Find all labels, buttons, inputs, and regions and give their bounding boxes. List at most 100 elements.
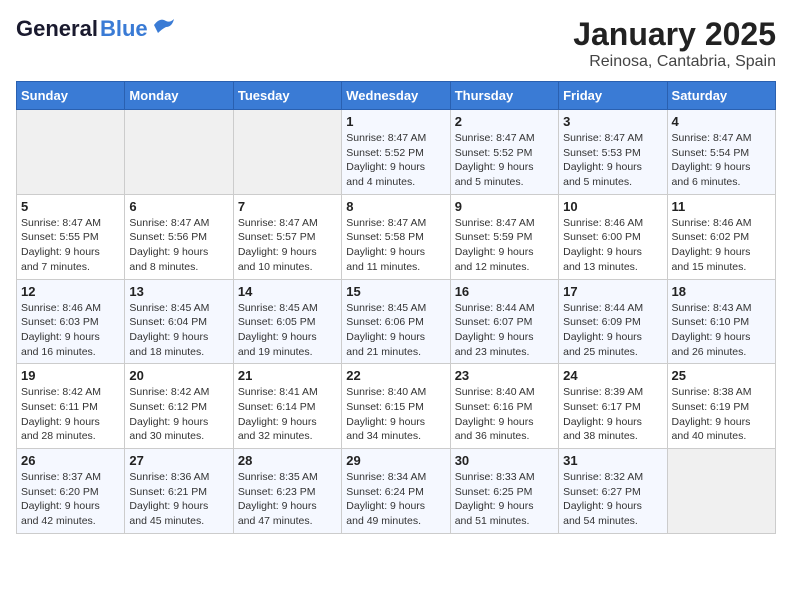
- day-info: Sunrise: 8:35 AM Sunset: 6:23 PM Dayligh…: [238, 470, 337, 529]
- calendar-body: 1 Sunrise: 8:47 AM Sunset: 5:52 PM Daylig…: [17, 110, 776, 534]
- day-number: 1: [346, 114, 445, 129]
- day-number: 24: [563, 368, 662, 383]
- calendar-cell: 4 Sunrise: 8:47 AM Sunset: 5:54 PM Daylig…: [667, 110, 775, 195]
- day-info: Sunrise: 8:44 AM Sunset: 6:07 PM Dayligh…: [455, 301, 554, 360]
- day-info: Sunrise: 8:42 AM Sunset: 6:11 PM Dayligh…: [21, 385, 120, 444]
- day-number: 22: [346, 368, 445, 383]
- day-number: 23: [455, 368, 554, 383]
- calendar-cell: 20 Sunrise: 8:42 AM Sunset: 6:12 PM Dayli…: [125, 364, 233, 449]
- calendar-cell: 1 Sunrise: 8:47 AM Sunset: 5:52 PM Daylig…: [342, 110, 450, 195]
- title-block: January 2025 Reinosa, Cantabria, Spain: [573, 16, 776, 71]
- day-number: 19: [21, 368, 120, 383]
- weekday-header: Saturday: [667, 82, 775, 110]
- day-number: 17: [563, 284, 662, 299]
- calendar-cell: [233, 110, 341, 195]
- calendar-week-row: 12Sunrise: 8:46 AM Sunset: 6:03 PM Dayli…: [17, 279, 776, 364]
- weekday-header: Sunday: [17, 82, 125, 110]
- calendar-cell: 2 Sunrise: 8:47 AM Sunset: 5:52 PM Daylig…: [450, 110, 558, 195]
- calendar-header: SundayMondayTuesdayWednesdayThursdayFrid…: [17, 82, 776, 110]
- page-title: January 2025: [573, 16, 776, 53]
- day-number: 13: [129, 284, 228, 299]
- weekday-header: Monday: [125, 82, 233, 110]
- logo: GeneralBlue: [16, 16, 174, 42]
- calendar-week-row: 1 Sunrise: 8:47 AM Sunset: 5:52 PM Daylig…: [17, 110, 776, 195]
- page-header: GeneralBlue January 2025 Reinosa, Cantab…: [16, 16, 776, 71]
- day-number: 20: [129, 368, 228, 383]
- day-number: 18: [672, 284, 771, 299]
- calendar-week-row: 5 Sunrise: 8:47 AM Sunset: 5:55 PM Daylig…: [17, 194, 776, 279]
- day-number: 16: [455, 284, 554, 299]
- day-number: 27: [129, 453, 228, 468]
- calendar-cell: 15Sunrise: 8:45 AM Sunset: 6:06 PM Dayli…: [342, 279, 450, 364]
- calendar-cell: 19 Sunrise: 8:42 AM Sunset: 6:11 PM Dayli…: [17, 364, 125, 449]
- day-number: 3: [563, 114, 662, 129]
- day-info: Sunrise: 8:41 AM Sunset: 6:14 PM Dayligh…: [238, 385, 337, 444]
- day-number: 31: [563, 453, 662, 468]
- day-number: 7: [238, 199, 337, 214]
- calendar-cell: 25 Sunrise: 8:38 AM Sunset: 6:19 PM Dayli…: [667, 364, 775, 449]
- day-number: 5: [21, 199, 120, 214]
- calendar-cell: 10Sunrise: 8:46 AM Sunset: 6:00 PM Dayli…: [559, 194, 667, 279]
- calendar-cell: 8 Sunrise: 8:47 AM Sunset: 5:58 PM Daylig…: [342, 194, 450, 279]
- logo-general: General: [16, 16, 98, 42]
- day-info: Sunrise: 8:36 AM Sunset: 6:21 PM Dayligh…: [129, 470, 228, 529]
- day-number: 28: [238, 453, 337, 468]
- calendar-cell: 26 Sunrise: 8:37 AM Sunset: 6:20 PM Dayli…: [17, 449, 125, 534]
- calendar-cell: 18 Sunrise: 8:43 AM Sunset: 6:10 PM Dayli…: [667, 279, 775, 364]
- day-info: Sunrise: 8:43 AM Sunset: 6:10 PM Dayligh…: [672, 301, 771, 360]
- calendar-cell: 13 Sunrise: 8:45 AM Sunset: 6:04 PM Dayli…: [125, 279, 233, 364]
- day-info: Sunrise: 8:47 AM Sunset: 5:54 PM Dayligh…: [672, 131, 771, 190]
- logo-bird-icon: [152, 17, 174, 33]
- calendar-cell: 24Sunrise: 8:39 AM Sunset: 6:17 PM Dayli…: [559, 364, 667, 449]
- calendar-cell: 12Sunrise: 8:46 AM Sunset: 6:03 PM Dayli…: [17, 279, 125, 364]
- calendar-cell: 6 Sunrise: 8:47 AM Sunset: 5:56 PM Daylig…: [125, 194, 233, 279]
- calendar-cell: 30Sunrise: 8:33 AM Sunset: 6:25 PM Dayli…: [450, 449, 558, 534]
- calendar-cell: 31 Sunrise: 8:32 AM Sunset: 6:27 PM Dayli…: [559, 449, 667, 534]
- calendar-cell: [17, 110, 125, 195]
- day-number: 10: [563, 199, 662, 214]
- day-info: Sunrise: 8:45 AM Sunset: 6:04 PM Dayligh…: [129, 301, 228, 360]
- day-number: 14: [238, 284, 337, 299]
- day-info: Sunrise: 8:47 AM Sunset: 5:58 PM Dayligh…: [346, 216, 445, 275]
- day-info: Sunrise: 8:46 AM Sunset: 6:02 PM Dayligh…: [672, 216, 771, 275]
- calendar-cell: 22 Sunrise: 8:40 AM Sunset: 6:15 PM Dayli…: [342, 364, 450, 449]
- page-subtitle: Reinosa, Cantabria, Spain: [573, 53, 776, 71]
- day-info: Sunrise: 8:44 AM Sunset: 6:09 PM Dayligh…: [563, 301, 662, 360]
- weekday-header: Friday: [559, 82, 667, 110]
- day-info: Sunrise: 8:47 AM Sunset: 5:52 PM Dayligh…: [455, 131, 554, 190]
- day-info: Sunrise: 8:47 AM Sunset: 5:53 PM Dayligh…: [563, 131, 662, 190]
- logo-blue: Blue: [100, 16, 148, 42]
- calendar-cell: [125, 110, 233, 195]
- day-info: Sunrise: 8:47 AM Sunset: 5:52 PM Dayligh…: [346, 131, 445, 190]
- calendar-cell: 7Sunrise: 8:47 AM Sunset: 5:57 PM Daylig…: [233, 194, 341, 279]
- calendar-cell: 3 Sunrise: 8:47 AM Sunset: 5:53 PM Daylig…: [559, 110, 667, 195]
- calendar-cell: 27 Sunrise: 8:36 AM Sunset: 6:21 PM Dayli…: [125, 449, 233, 534]
- day-info: Sunrise: 8:38 AM Sunset: 6:19 PM Dayligh…: [672, 385, 771, 444]
- calendar-cell: [667, 449, 775, 534]
- day-info: Sunrise: 8:34 AM Sunset: 6:24 PM Dayligh…: [346, 470, 445, 529]
- day-number: 2: [455, 114, 554, 129]
- day-number: 30: [455, 453, 554, 468]
- day-info: Sunrise: 8:45 AM Sunset: 6:05 PM Dayligh…: [238, 301, 337, 360]
- day-info: Sunrise: 8:40 AM Sunset: 6:15 PM Dayligh…: [346, 385, 445, 444]
- calendar-cell: 21 Sunrise: 8:41 AM Sunset: 6:14 PM Dayli…: [233, 364, 341, 449]
- weekday-header: Wednesday: [342, 82, 450, 110]
- day-info: Sunrise: 8:42 AM Sunset: 6:12 PM Dayligh…: [129, 385, 228, 444]
- day-info: Sunrise: 8:40 AM Sunset: 6:16 PM Dayligh…: [455, 385, 554, 444]
- calendar-cell: 11Sunrise: 8:46 AM Sunset: 6:02 PM Dayli…: [667, 194, 775, 279]
- day-info: Sunrise: 8:47 AM Sunset: 5:59 PM Dayligh…: [455, 216, 554, 275]
- day-number: 6: [129, 199, 228, 214]
- day-number: 8: [346, 199, 445, 214]
- day-info: Sunrise: 8:47 AM Sunset: 5:55 PM Dayligh…: [21, 216, 120, 275]
- calendar-cell: 23 Sunrise: 8:40 AM Sunset: 6:16 PM Dayli…: [450, 364, 558, 449]
- weekday-header: Tuesday: [233, 82, 341, 110]
- day-number: 21: [238, 368, 337, 383]
- day-info: Sunrise: 8:37 AM Sunset: 6:20 PM Dayligh…: [21, 470, 120, 529]
- day-number: 4: [672, 114, 771, 129]
- day-info: Sunrise: 8:32 AM Sunset: 6:27 PM Dayligh…: [563, 470, 662, 529]
- day-info: Sunrise: 8:45 AM Sunset: 6:06 PM Dayligh…: [346, 301, 445, 360]
- day-info: Sunrise: 8:47 AM Sunset: 5:56 PM Dayligh…: [129, 216, 228, 275]
- day-info: Sunrise: 8:46 AM Sunset: 6:03 PM Dayligh…: [21, 301, 120, 360]
- day-number: 26: [21, 453, 120, 468]
- day-number: 25: [672, 368, 771, 383]
